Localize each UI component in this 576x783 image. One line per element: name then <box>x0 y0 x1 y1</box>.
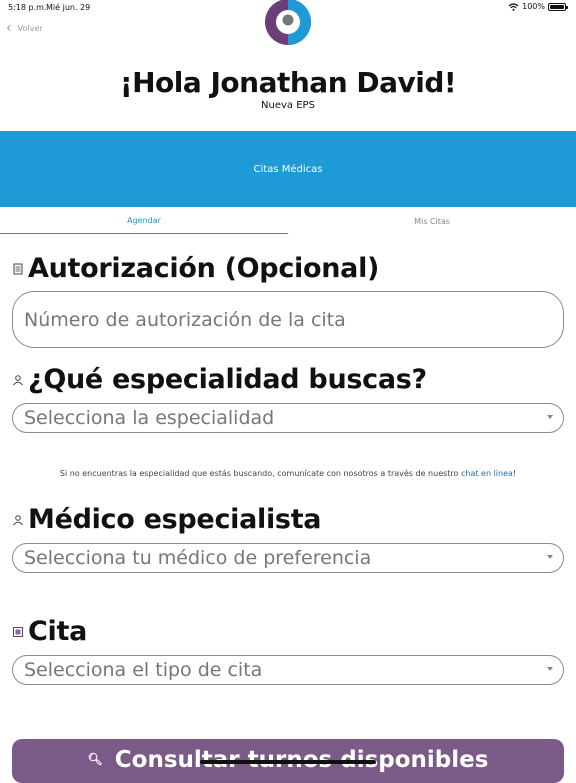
cita-placeholder: Selecciona el tipo de cita <box>24 659 263 681</box>
cita-select[interactable]: Selecciona el tipo de cita <box>12 655 564 685</box>
chat-link[interactable]: chat en línea <box>461 469 513 478</box>
tab-agendar[interactable]: Agendar <box>0 208 288 234</box>
especialidad-select[interactable]: Selecciona la especialidad <box>12 403 564 433</box>
autorizacion-input[interactable]: Número de autorización de la cita <box>12 291 564 348</box>
especialidad-help-note: Si no encuentras la especialidad que est… <box>0 469 576 478</box>
medico-select[interactable]: Selecciona tu médico de preferencia <box>12 543 564 573</box>
medico-title: Médico especialista <box>28 504 322 535</box>
chevron-down-icon <box>547 667 553 671</box>
greeting-title: ¡Hola Jonathan David! <box>119 66 457 99</box>
status-date: Mié jun. 29 <box>46 3 91 12</box>
medico-placeholder: Selecciona tu médico de preferencia <box>24 547 372 569</box>
chevron-down-icon <box>547 415 553 419</box>
medico-heading: Médico especialista <box>12 504 322 535</box>
search-icon: 🔍︎ <box>87 752 103 766</box>
especialidad-title: ¿Qué especialidad buscas? <box>28 364 427 395</box>
chevron-left-icon: ‹ <box>6 20 12 36</box>
back-button[interactable]: ‹ Volver <box>6 21 43 35</box>
status-time: 5:18 p.m. <box>8 3 47 12</box>
app-logo <box>265 0 311 45</box>
section-banner: Citas Médicas <box>0 131 576 207</box>
especialidad-placeholder: Selecciona la especialidad <box>24 407 275 429</box>
status-indicators: 100% <box>508 2 568 11</box>
back-label: Volver <box>17 23 43 33</box>
autorizacion-title: Autorización (Opcional) <box>28 253 380 284</box>
doctor-icon <box>13 514 23 525</box>
banner-title: Citas Médicas <box>253 163 323 175</box>
tab-mis-citas[interactable]: Mis Citas <box>288 208 576 234</box>
battery-percent: 100% <box>522 2 545 11</box>
wifi-icon <box>508 2 519 11</box>
cita-heading: Cita <box>12 616 87 647</box>
home-indicator <box>200 760 376 764</box>
note-text: Si no encuentras la especialidad que est… <box>59 469 461 478</box>
especialidad-heading: ¿Qué especialidad buscas? <box>12 364 427 395</box>
chevron-down-icon <box>547 555 553 559</box>
person-icon <box>13 374 23 385</box>
document-icon <box>13 263 23 274</box>
autorizacion-placeholder: Número de autorización de la cita <box>24 308 346 331</box>
battery-icon <box>548 2 568 11</box>
note-suffix: ! <box>512 469 517 478</box>
cita-title: Cita <box>28 616 87 647</box>
eps-label: Nueva EPS <box>261 100 315 111</box>
calendar-icon <box>13 626 23 637</box>
autorizacion-heading: Autorización (Opcional) <box>12 253 379 284</box>
